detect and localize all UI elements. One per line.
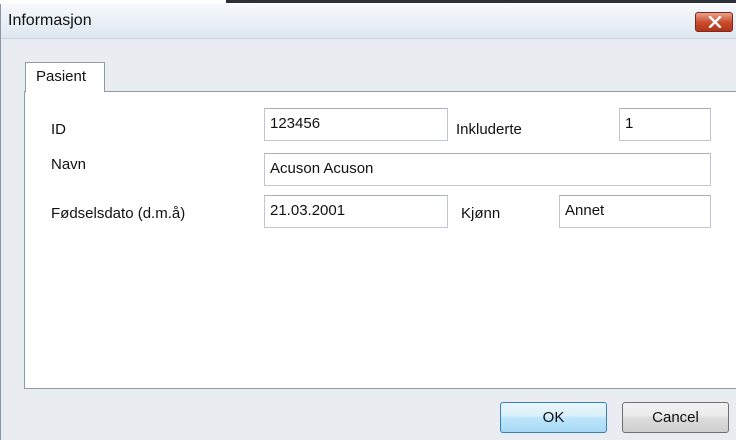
gender-label: Kjønn	[461, 205, 501, 222]
tab-pasient-label: Pasient	[36, 68, 87, 85]
background-window-edge	[226, 0, 736, 3]
dialog-window: Informasjon Pasient ID 123456 Inkluderte…	[0, 4, 736, 440]
close-icon	[708, 16, 722, 28]
ok-button[interactable]: OK	[500, 402, 607, 433]
cancel-button[interactable]: Cancel	[622, 402, 729, 433]
name-field[interactable]: Acuson Acuson	[264, 153, 711, 186]
id-label: ID	[51, 121, 66, 138]
name-label: Navn	[51, 156, 87, 173]
tab-pasient[interactable]: Pasient	[25, 62, 105, 92]
included-label: Inkluderte	[456, 121, 522, 138]
dob-field[interactable]: 21.03.2001	[264, 195, 448, 228]
dob-label: Fødselsdato (d.m.å)	[51, 205, 186, 222]
window-title: Informasjon	[8, 12, 92, 29]
title-bar[interactable]: Informasjon	[1, 4, 736, 39]
close-button[interactable]	[695, 12, 733, 32]
id-field[interactable]: 123456	[264, 108, 448, 141]
included-field[interactable]: 1	[619, 108, 711, 141]
gender-field[interactable]: Annet	[559, 195, 711, 228]
